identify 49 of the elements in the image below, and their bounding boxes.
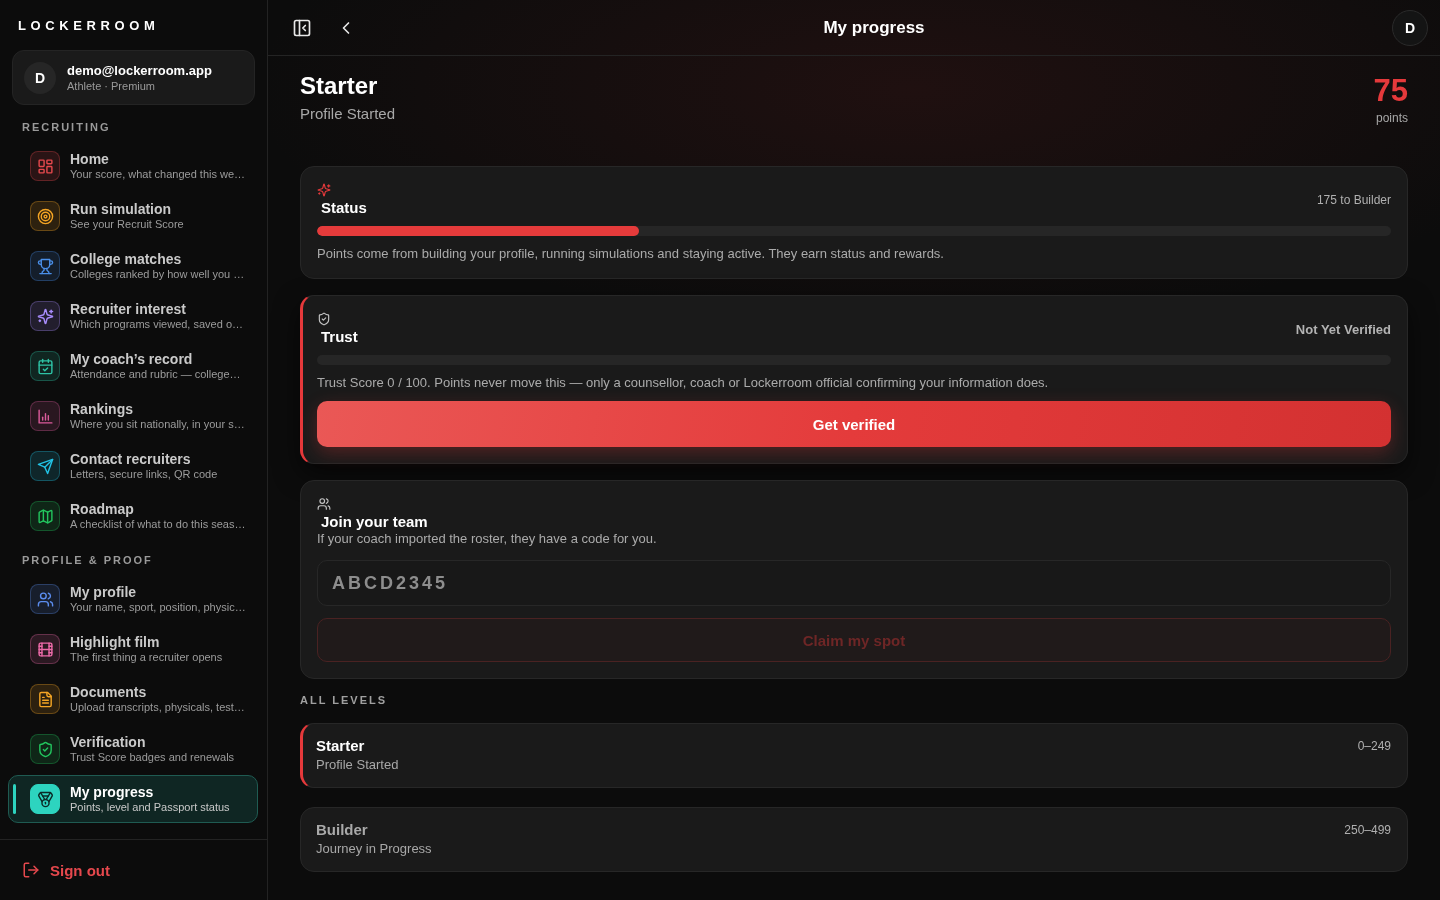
sidebar-toggle-icon[interactable] [292,17,312,38]
avatar-button[interactable]: D [1392,9,1428,46]
sidebar-item[interactable]: Documents Upload transcripts, physicals, test… [8,675,258,723]
sidebar-item[interactable]: My profile Your name, sport, position, physic… [8,575,258,623]
avatar: D [24,61,56,94]
level-tagline: Journey in Progress [316,841,432,857]
verification-status: Not Yet Verified [1295,321,1391,337]
sidebar-item[interactable]: Home Your score, what changed this we… [8,142,258,190]
points-value: 75 [1373,74,1408,108]
team-code-field[interactable]: ABCD2345 [317,560,1391,606]
card-description: Trust Score 0 / 100. Points never move this — only a counsellor, coach or Lockerroom official confirming your information does. [317,375,1050,391]
sidebar-item[interactable]: Run simulation See your Recruit Score [8,192,258,240]
logout-icon [22,861,40,879]
get-verified-button[interactable]: Get verified [317,401,1391,447]
page-title: My progress [823,17,925,38]
sidebar-item[interactable]: Roadmap A checklist of what to do this seas… [8,492,258,540]
point-range: 250–499 [1344,822,1391,839]
level-title: Builder [316,821,368,839]
card-title: Trust [320,328,358,346]
sidebar-item[interactable]: Rankings Where you sit nationally, in your s… [8,392,258,440]
level-tagline: Profile Started [316,757,399,773]
next-level-text: 175 to Builder [1316,193,1391,207]
sidebar-item[interactable]: Highlight film The first thing a recruiter opens [8,625,258,673]
point-range: 0–249 [1357,738,1391,755]
sidebar-item[interactable]: Verification Trust Score badges and renewals [8,725,258,773]
card-title: Status [320,199,367,217]
points-label: points [1375,111,1408,125]
account-email: demo@lockerroom.app [67,62,212,79]
level-tagline: Profile Started [300,105,396,123]
sidebar-item[interactable]: Recruiter interest Which programs viewed, saved o… [8,292,258,340]
level-title: Starter [316,737,365,755]
people-icon [317,497,331,511]
card-description: Points come from building your profile, running simulations and staying active. They earn status and rewards. [317,246,945,262]
level-name: Starter [300,72,379,100]
sidebar-item[interactable]: My progress Points, level and Passport status [8,775,258,823]
card-title: Join your team [320,513,428,531]
section-label: PROFILE & PROOF [22,555,153,566]
account-plan: Athlete · Premium [67,78,157,93]
sign-out-button[interactable]: Sign out [22,861,110,879]
shield-check-icon [317,312,331,326]
account-card[interactable]: D demo@lockerroom.app Athlete · Premium [12,50,255,105]
sidebar-item[interactable]: My coach’s record Attendance and rubric — college… [8,342,258,390]
app-logo: LOCKERROOM [18,17,160,33]
section-heading: ALL LEVELS [300,695,388,706]
sidebar-item[interactable]: College matches Colleges ranked by how well you … [8,242,258,290]
sidebar-item[interactable]: Contact recruiters Letters, secure links, QR code [8,442,258,490]
section-label: RECRUITING [22,122,111,133]
sparkle-icon [317,183,331,197]
card-description: If your coach imported the roster, they have a code for you. [317,531,658,547]
